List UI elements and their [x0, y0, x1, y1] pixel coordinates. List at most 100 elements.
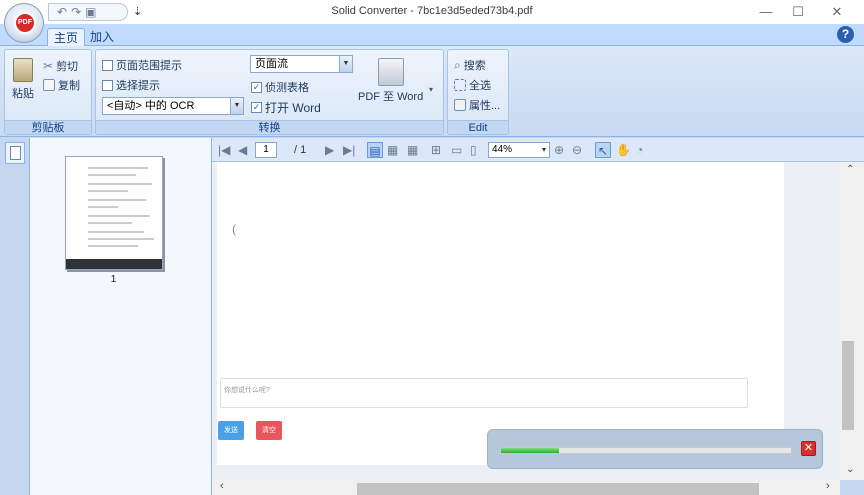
pdf-to-word-label: PDF 至 Word — [358, 91, 424, 103]
pan-tool-icon[interactable]: ✋ — [616, 142, 631, 158]
scroll-up-icon[interactable]: ⌃ — [846, 164, 854, 175]
tab-home[interactable]: 主页 — [47, 28, 86, 46]
page-range-tip-checkbox[interactable]: 页面范围提示 — [102, 57, 182, 73]
progress-bar — [500, 447, 792, 454]
checkbox-unchecked-icon — [102, 59, 113, 71]
select-all-button[interactable]: 全选 — [454, 77, 491, 93]
convert-group-label: 转换 — [96, 120, 443, 134]
viewer-toolbar: |◀ ◀ 1 / 1 ▶ ▶| ▤ ▦ ▦ ⊞ ▭ ▯ 44% ▾ ⊕ ⊖ ↖ … — [212, 138, 864, 162]
actual-size-icon[interactable]: ▯ — [470, 142, 477, 158]
clipboard-group-label: 剪贴板 — [5, 120, 91, 134]
scroll-right-icon[interactable]: › — [826, 480, 830, 492]
properties-label: 属性... — [469, 100, 501, 112]
scroll-down-icon[interactable]: ⌄ — [846, 464, 854, 475]
send-button[interactable]: 发送 — [218, 421, 244, 440]
chevron-down-icon: ▼ — [230, 98, 243, 114]
selection-tip-label: 选择提示 — [116, 80, 160, 92]
detect-tables-checkbox[interactable]: ✓ 侦测表格 — [251, 79, 309, 95]
select-all-icon — [454, 79, 466, 91]
fit-page-icon[interactable]: ⊞ — [431, 142, 441, 158]
edit-group: ⌕ 搜索 全选 属性... Edit — [447, 49, 509, 135]
save-icon[interactable]: ▣ — [85, 5, 96, 19]
select-tool-icon[interactable]: ↖ — [595, 142, 611, 158]
chevron-down-icon[interactable]: ▾ — [429, 85, 433, 94]
single-page-view-icon[interactable]: ▤ — [367, 142, 383, 158]
cancel-conversion-button[interactable]: ✕ — [801, 441, 816, 456]
previous-page-icon[interactable]: ◀ — [238, 142, 247, 158]
application-menu-button[interactable]: PDF — [4, 3, 44, 43]
ocr-select-value: <自动> 中的 OCR — [107, 100, 195, 112]
checkbox-unchecked-icon — [102, 79, 113, 91]
selection-tip-checkbox[interactable]: 选择提示 — [102, 77, 160, 93]
current-page-input[interactable]: 1 — [255, 142, 277, 158]
ribbon-tab-row: 主页 加入 — [0, 24, 864, 46]
document-page — [217, 162, 784, 465]
properties-icon — [454, 99, 466, 111]
horizontal-scroll-thumb[interactable] — [357, 483, 759, 495]
zoom-out-icon[interactable]: ⊖ — [572, 142, 582, 158]
scissors-icon: ✂ — [43, 59, 54, 73]
undo-icon[interactable]: ↶ — [57, 5, 67, 19]
first-page-icon[interactable]: |◀ — [218, 142, 230, 158]
copy-icon — [43, 79, 55, 91]
fit-width-icon[interactable]: ▭ — [451, 142, 462, 158]
convert-group: 页面范围提示 选择提示 <自动> 中的 OCR ▼ 页面流 ▼ ✓ 侦测表格 ✓… — [95, 49, 444, 135]
layout-select-value: 页面流 — [255, 58, 288, 70]
vertical-scrollbar[interactable]: ⌃ ⌄ — [840, 162, 864, 480]
thumbnail-page-number: 1 — [110, 274, 117, 285]
conversion-progress-popup: ✕ — [487, 429, 823, 469]
app-logo-icon: PDF — [14, 12, 36, 34]
detect-tables-label: 侦测表格 — [265, 82, 309, 94]
open-word-label: 打开 Word — [265, 101, 321, 115]
quick-access-toolbar: ↶ ↷ ▣ — [48, 3, 128, 21]
paste-label: 粘贴 — [12, 88, 34, 100]
customize-qat-icon[interactable]: ⇣ — [133, 5, 142, 18]
ocr-language-select[interactable]: <自动> 中的 OCR ▼ — [102, 97, 244, 115]
ribbon: 粘贴 ✂ 剪切 复制 剪贴板 页面范围提示 选择提示 <自动> 中的 OCR ▼… — [0, 46, 864, 137]
title-bar: Solid Converter - 7bc1e3d5eded73b4.pdf —… — [0, 0, 864, 24]
tab-add[interactable]: 加入 — [84, 28, 120, 46]
clear-button[interactable]: 清空 — [256, 421, 282, 440]
properties-button[interactable]: 属性... — [454, 97, 500, 113]
page-thumbnail[interactable] — [65, 156, 163, 270]
zoom-in-icon[interactable]: ⊕ — [554, 142, 564, 158]
next-page-icon[interactable]: ▶ — [325, 142, 334, 158]
copy-button[interactable]: 复制 — [43, 77, 80, 93]
redo-icon[interactable]: ↷ — [71, 5, 81, 19]
two-page-view-icon[interactable]: ▦ — [387, 142, 398, 158]
vertical-scroll-thumb[interactable] — [842, 341, 854, 430]
close-button[interactable]: ✕ — [822, 2, 852, 22]
minimize-button[interactable]: — — [751, 2, 781, 22]
window-title: Solid Converter - 7bc1e3d5eded73b4.pdf — [331, 5, 533, 17]
last-page-icon[interactable]: ▶| — [343, 142, 355, 158]
continuous-view-icon[interactable]: ▦ — [407, 142, 418, 158]
document-convert-icon — [377, 58, 404, 86]
cut-button[interactable]: ✂ 剪切 — [43, 58, 78, 74]
paste-icon — [13, 58, 33, 82]
page-thumbnail-icon — [10, 146, 21, 160]
search-button[interactable]: ⌕ 搜索 — [454, 57, 486, 73]
paste-button[interactable]: 粘贴 — [9, 58, 37, 101]
thumbnails-panel-button[interactable] — [5, 142, 25, 164]
document-text-caret: ( — [232, 222, 236, 236]
checkbox-checked-icon: ✓ — [251, 102, 262, 113]
binoculars-icon: ⌕ — [454, 57, 461, 72]
clipboard-group: 粘贴 ✂ 剪切 复制 剪贴板 — [4, 49, 92, 135]
layout-mode-select[interactable]: 页面流 ▼ — [250, 55, 353, 73]
zoom-select[interactable]: 44% ▾ — [488, 142, 550, 158]
page-range-tip-label: 页面范围提示 — [116, 60, 182, 72]
edit-group-label: Edit — [448, 120, 508, 134]
chevron-down-icon: ▾ — [541, 145, 546, 154]
page-total: / 1 — [294, 144, 307, 156]
search-label: 搜索 — [463, 60, 486, 72]
help-icon[interactable]: ? — [837, 26, 854, 43]
pdf-to-word-button[interactable]: PDF 至 Word — [358, 58, 423, 104]
progress-bar-fill — [501, 448, 559, 453]
cut-label: 剪切 — [56, 61, 79, 73]
open-word-checkbox[interactable]: ✓ 打开 Word — [251, 99, 321, 116]
select-all-label: 全选 — [469, 80, 491, 92]
scroll-left-icon[interactable]: ‹ — [220, 480, 224, 492]
maximize-button[interactable]: ☐ — [783, 2, 813, 22]
snapshot-tool-icon[interactable]: ◔ — [636, 142, 643, 158]
message-input[interactable]: 你想说什么呢? — [220, 378, 748, 408]
